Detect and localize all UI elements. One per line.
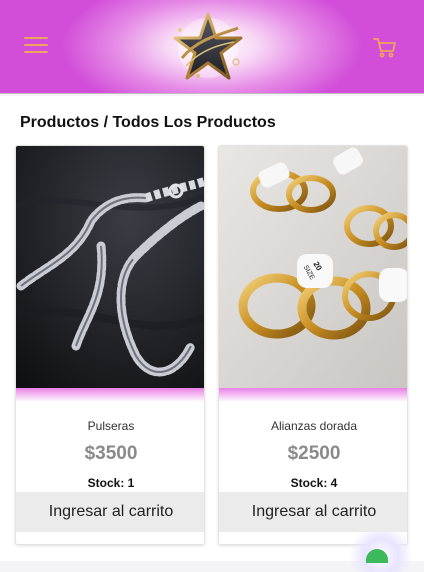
- product-card: 20 SIZE Alianzas dorada $2500 Stock: 4 I…: [218, 145, 408, 545]
- product-card: Pulseras $3500 Stock: 1 Ingresar al carr…: [15, 145, 205, 545]
- product-price: $3500: [84, 443, 138, 464]
- product-stock: Stock: 4: [290, 476, 338, 490]
- image-glow: [16, 388, 204, 402]
- site-header: [0, 0, 424, 94]
- add-to-cart-button[interactable]: Ingresar al carrito: [16, 492, 204, 532]
- hamburger-menu-icon[interactable]: [24, 34, 48, 56]
- product-price: $2500: [287, 443, 341, 464]
- product-stock: Stock: 1: [87, 476, 135, 490]
- breadcrumb: Productos / Todos Los Productos: [20, 114, 276, 131]
- star-logo-icon[interactable]: [168, 8, 248, 88]
- products-page: Productos / Todos Los Productos Pulseras…: [0, 96, 424, 561]
- product-name: Pulseras: [87, 419, 135, 433]
- product-image-rings[interactable]: 20 SIZE: [219, 146, 407, 388]
- shopping-cart-icon[interactable]: [372, 34, 398, 60]
- add-to-cart-button[interactable]: Ingresar al carrito: [219, 492, 407, 532]
- product-image-bracelets[interactable]: [16, 146, 204, 388]
- product-name: Alianzas dorada: [270, 419, 358, 433]
- image-glow: [219, 388, 407, 402]
